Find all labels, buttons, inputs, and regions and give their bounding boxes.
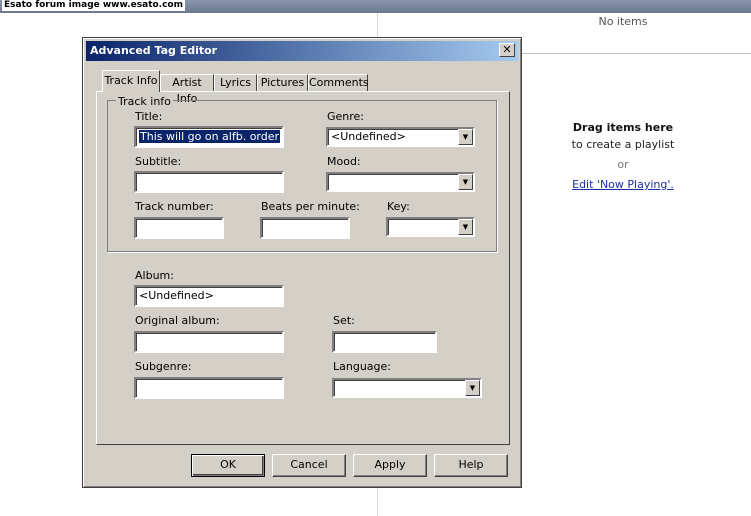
subgenre-label: Subgenre: <box>135 360 192 373</box>
mood-label: Mood: <box>327 155 361 168</box>
drag-items-heading: Drag items here <box>572 121 674 134</box>
title-label: Title: <box>135 110 163 123</box>
key-combo[interactable]: ▼ <box>386 217 475 237</box>
chevron-down-icon[interactable]: ▼ <box>458 174 473 190</box>
track-info-panel: Track info Title: This will go on alfb. … <box>96 91 510 445</box>
tab-artist-info[interactable]: Artist Info <box>160 74 214 105</box>
language-combo[interactable]: ▼ <box>332 378 482 398</box>
tab-track-info[interactable]: Track Info <box>102 70 160 92</box>
edit-now-playing-link[interactable]: Edit 'Now Playing'. <box>548 178 698 191</box>
key-label: Key: <box>387 200 410 213</box>
chevron-down-icon[interactable]: ▼ <box>465 380 480 396</box>
watermark-text: Esato forum image www.esato.com <box>2 0 185 11</box>
track-number-label: Track number: <box>135 200 214 213</box>
genre-label: Genre: <box>327 110 365 123</box>
set-label: Set: <box>333 314 355 327</box>
album-label: Album: <box>135 269 174 282</box>
set-input[interactable] <box>332 331 437 353</box>
close-icon: ✕ <box>502 43 512 56</box>
genre-combo[interactable]: <Undefined> ▼ <box>326 127 475 147</box>
dialog-title: Advanced Tag Editor <box>90 44 218 57</box>
close-button[interactable]: ✕ <box>499 43 515 57</box>
original-album-label: Original album: <box>135 314 220 327</box>
genre-combo-value: <Undefined> <box>331 130 406 143</box>
create-playlist-text: to create a playlist <box>571 138 675 151</box>
subtitle-label: Subtitle: <box>135 155 182 168</box>
cancel-button[interactable]: Cancel <box>272 454 346 477</box>
dialog-titlebar[interactable]: Advanced Tag Editor ✕ <box>86 41 518 61</box>
advanced-tag-editor-dialog: Advanced Tag Editor ✕ Track Info Artist … <box>82 37 522 488</box>
or-text: or <box>617 158 629 171</box>
bpm-input[interactable] <box>260 217 350 239</box>
ok-button[interactable]: OK <box>191 454 265 477</box>
title-input[interactable]: This will go on alfb. order <box>134 126 284 148</box>
tab-lyrics[interactable]: Lyrics <box>214 74 257 92</box>
no-items-label: No items <box>598 15 648 28</box>
chevron-down-icon[interactable]: ▼ <box>458 129 473 145</box>
language-label: Language: <box>333 360 391 373</box>
mood-combo[interactable]: ▼ <box>326 172 475 192</box>
track-info-group-label: Track info <box>116 95 173 108</box>
playlist-header-divider <box>521 53 751 54</box>
bpm-label: Beats per minute: <box>261 200 360 213</box>
original-album-input[interactable] <box>134 331 284 353</box>
track-number-input[interactable] <box>134 217 224 239</box>
help-button[interactable]: Help <box>434 454 508 477</box>
apply-button[interactable]: Apply <box>353 454 427 477</box>
subtitle-input[interactable] <box>134 171 284 193</box>
subgenre-input[interactable] <box>134 377 284 399</box>
tab-pictures[interactable]: Pictures <box>257 74 308 92</box>
chevron-down-icon[interactable]: ▼ <box>458 219 473 235</box>
title-input-value: This will go on alfb. order <box>139 130 281 143</box>
album-input[interactable]: <Undefined> <box>134 285 284 307</box>
tab-comments[interactable]: Comments <box>308 74 369 92</box>
